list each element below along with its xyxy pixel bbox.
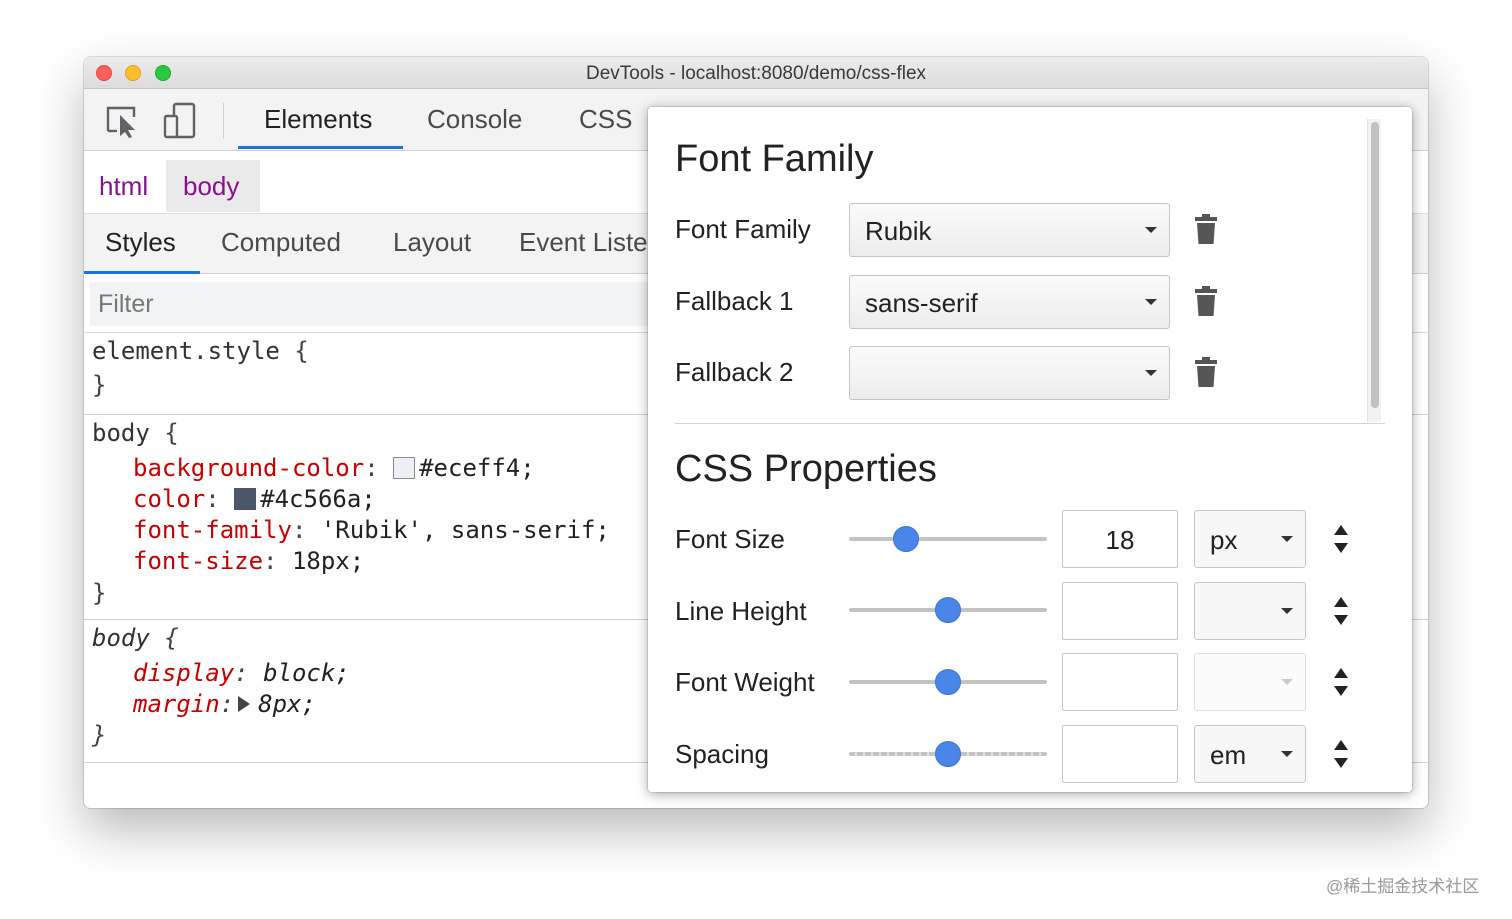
css-properties-heading: CSS Properties (675, 448, 937, 490)
chevron-down-icon (1281, 679, 1293, 685)
font-editor-scrollbar[interactable] (1367, 119, 1381, 422)
font-size-label: Font Size (675, 524, 785, 554)
active-subtab-indicator (84, 271, 200, 274)
expand-triangle-icon[interactable] (238, 696, 251, 712)
chevron-down-icon (1281, 536, 1293, 542)
slider-thumb[interactable] (935, 597, 961, 623)
rule-selector[interactable]: element.style (92, 337, 280, 365)
tab-css[interactable]: CSS (579, 104, 632, 135)
toolbar-separator (223, 103, 224, 139)
increment-arrow-icon[interactable] (1334, 668, 1348, 678)
color-swatch[interactable] (234, 488, 257, 510)
decrement-arrow-icon[interactable] (1334, 615, 1348, 625)
subtab-event-listeners[interactable]: Event Liste (519, 227, 648, 258)
chevron-down-icon (1281, 608, 1293, 614)
font-family-select[interactable]: Rubik (849, 203, 1170, 257)
tab-elements[interactable]: Elements (264, 104, 372, 135)
subtab-layout[interactable]: Layout (393, 227, 471, 258)
trash-icon[interactable] (1194, 356, 1218, 388)
device-toolbar-icon[interactable] (160, 101, 200, 141)
declaration-display[interactable]: display: block; (133, 659, 350, 687)
line-height-input[interactable] (1062, 582, 1178, 640)
font-weight-input[interactable] (1062, 653, 1178, 711)
trash-icon[interactable] (1194, 285, 1218, 317)
font-weight-label: Font Weight (675, 667, 815, 697)
subtab-computed[interactable]: Computed (221, 227, 341, 258)
increment-arrow-icon[interactable] (1334, 740, 1348, 750)
color-swatch[interactable] (393, 457, 416, 479)
rule-open-brace: { (294, 337, 309, 365)
slider-thumb[interactable] (935, 741, 961, 767)
declaration-background-color[interactable]: background-color: #eceff4; (133, 454, 535, 482)
slider-thumb[interactable] (935, 669, 961, 695)
rule-close-brace: } (92, 579, 107, 607)
declaration-color[interactable]: color: #4c566a; (133, 485, 376, 513)
font-editor-popover: Font Family Font Family Rubik Fallback 1… (648, 107, 1412, 792)
chevron-down-icon (1281, 751, 1293, 757)
line-height-unit-select[interactable] (1194, 582, 1306, 640)
inspect-element-icon[interactable] (102, 101, 142, 141)
trash-icon[interactable] (1194, 213, 1218, 245)
title-bar: DevTools - localhost:8080/demo/css-flex (84, 57, 1428, 89)
breadcrumb-html[interactable]: html (99, 171, 148, 202)
rule-selector[interactable]: body (92, 419, 150, 447)
chevron-down-icon (1145, 370, 1157, 376)
rule-close-brace: } (92, 371, 107, 399)
line-height-slider[interactable] (849, 595, 1047, 625)
window-title: DevTools - localhost:8080/demo/css-flex (585, 63, 927, 84)
spacing-label: Spacing (675, 739, 769, 769)
rule-selector[interactable]: body (92, 624, 150, 652)
section-divider (675, 423, 1385, 424)
font-size-unit-select[interactable]: px (1194, 510, 1306, 568)
scrollbar-thumb[interactable] (1371, 122, 1379, 408)
fallback-2-label: Fallback 2 (675, 357, 794, 387)
chevron-down-icon (1145, 299, 1157, 305)
declaration-font-family[interactable]: font-family: 'Rubik', sans-serif; (133, 516, 610, 544)
font-family-label: Font Family (675, 214, 811, 244)
decrement-arrow-icon[interactable] (1334, 686, 1348, 696)
subtab-styles[interactable]: Styles (105, 227, 176, 258)
spacing-unit-select[interactable]: em (1194, 725, 1306, 783)
declaration-font-size[interactable]: font-size: 18px; (133, 547, 364, 575)
filter-input[interactable] (90, 282, 650, 326)
decrement-arrow-icon[interactable] (1334, 543, 1348, 553)
line-height-stepper[interactable] (1334, 597, 1348, 627)
increment-arrow-icon[interactable] (1334, 525, 1348, 535)
font-family-heading: Font Family (675, 138, 874, 180)
declaration-margin[interactable]: margin: 8px; (133, 690, 316, 718)
spacing-stepper[interactable] (1334, 740, 1348, 770)
line-height-label: Line Height (675, 596, 807, 626)
font-size-stepper[interactable] (1334, 525, 1348, 555)
fallback-1-select[interactable]: sans-serif (849, 275, 1170, 329)
font-weight-unit-select (1194, 653, 1306, 711)
rule-close-brace: } (92, 721, 107, 749)
fallback-1-label: Fallback 1 (675, 286, 794, 316)
spacing-input[interactable] (1062, 725, 1178, 783)
font-weight-stepper[interactable] (1334, 668, 1348, 698)
spacing-slider[interactable] (849, 739, 1047, 769)
breadcrumb-body[interactable]: body (183, 171, 239, 202)
active-tab-indicator (238, 146, 403, 149)
rule-open-brace: { (164, 624, 179, 652)
chevron-down-icon (1145, 227, 1157, 233)
increment-arrow-icon[interactable] (1334, 597, 1348, 607)
font-size-input[interactable]: 18 (1062, 510, 1178, 568)
slider-thumb[interactable] (893, 526, 919, 552)
watermark: @稀土掘金技术社区 (1326, 877, 1480, 896)
decrement-arrow-icon[interactable] (1334, 758, 1348, 768)
font-size-slider[interactable] (849, 524, 1047, 554)
font-weight-slider[interactable] (849, 667, 1047, 697)
rule-open-brace: { (164, 419, 179, 447)
fallback-2-select[interactable] (849, 346, 1170, 400)
tab-console[interactable]: Console (427, 104, 522, 135)
